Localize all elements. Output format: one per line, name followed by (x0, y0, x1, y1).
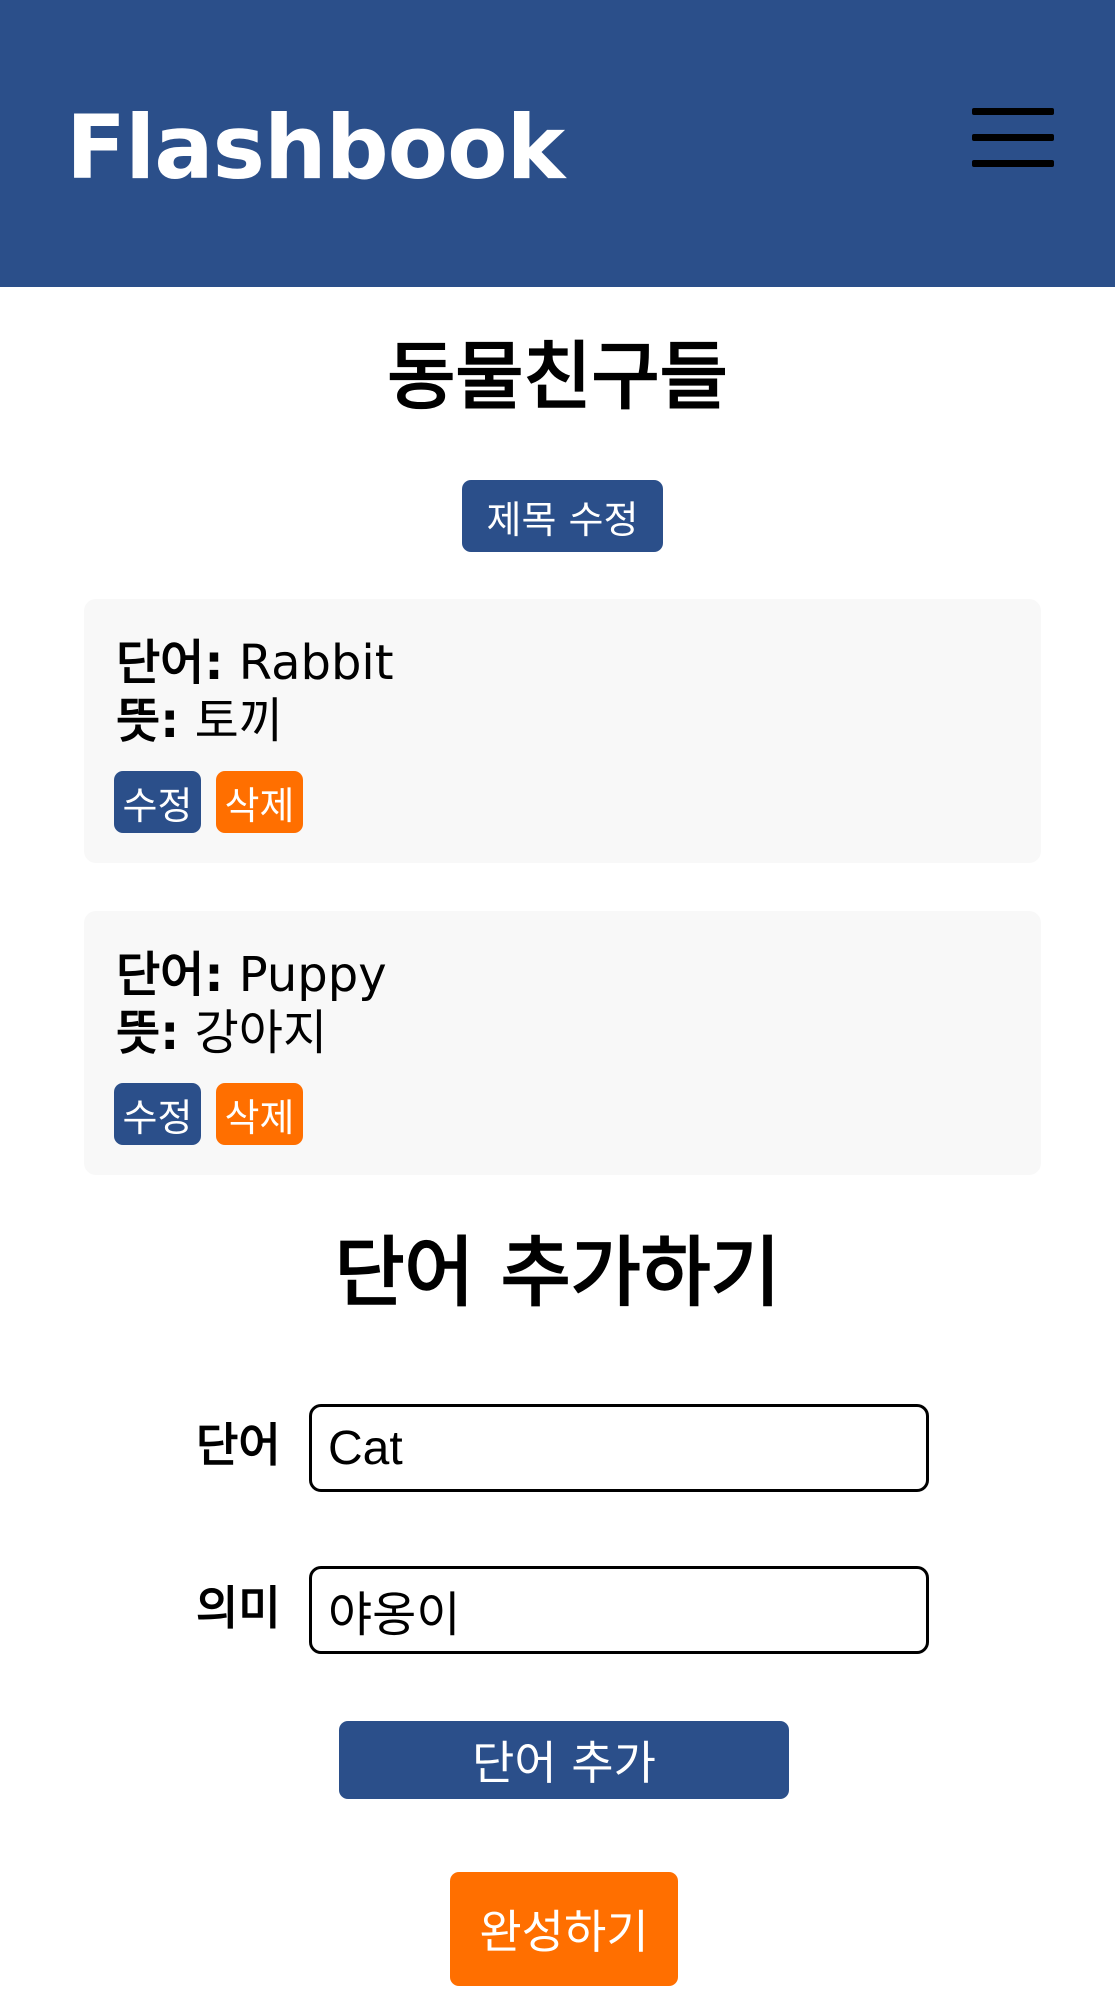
app-logo[interactable]: Flashbook (66, 104, 565, 192)
word-label: 단어: (116, 947, 224, 1003)
word-input[interactable] (309, 1404, 929, 1492)
card-meaning: 강아지 (194, 1005, 328, 1061)
card-meaning-line: 뜻: 토끼 (116, 697, 283, 745)
meaning-label: 뜻: (116, 1005, 180, 1061)
card-meaning-line: 뜻: 강아지 (116, 1009, 327, 1057)
menu-bar-middle (972, 134, 1054, 141)
word-card: 단어: Rabbit 뜻: 토끼 수정 삭제 (84, 599, 1041, 863)
word-label: 단어: (116, 635, 224, 691)
deck-title: 동물친구들 (387, 334, 728, 420)
word-field-label: 단어 (196, 1418, 281, 1472)
meaning-field-label: 의미 (196, 1581, 281, 1635)
meaning-label: 뜻: (116, 693, 180, 749)
menu-bar-top (972, 108, 1054, 115)
edit-title-button[interactable]: 제목 수정 (462, 480, 663, 552)
word-card: 단어: Puppy 뜻: 강아지 수정 삭제 (84, 911, 1041, 1175)
complete-button[interactable]: 완성하기 (450, 1872, 678, 1986)
add-word-title: 단어 추가하기 (334, 1228, 781, 1317)
app-header: Flashbook (0, 0, 1115, 287)
card-word: Rabbit (238, 635, 394, 691)
edit-card-button[interactable]: 수정 (114, 771, 201, 833)
add-word-button[interactable]: 단어 추가 (339, 1721, 789, 1799)
hamburger-menu-icon[interactable] (972, 108, 1054, 168)
card-word: Puppy (238, 947, 387, 1003)
delete-card-button[interactable]: 삭제 (216, 1083, 303, 1145)
card-word-line: 단어: Rabbit (116, 639, 394, 687)
card-meaning: 토끼 (194, 693, 283, 749)
meaning-input[interactable] (309, 1566, 929, 1654)
delete-card-button[interactable]: 삭제 (216, 771, 303, 833)
menu-bar-bottom (972, 160, 1054, 167)
edit-card-button[interactable]: 수정 (114, 1083, 201, 1145)
card-word-line: 단어: Puppy (116, 951, 387, 999)
